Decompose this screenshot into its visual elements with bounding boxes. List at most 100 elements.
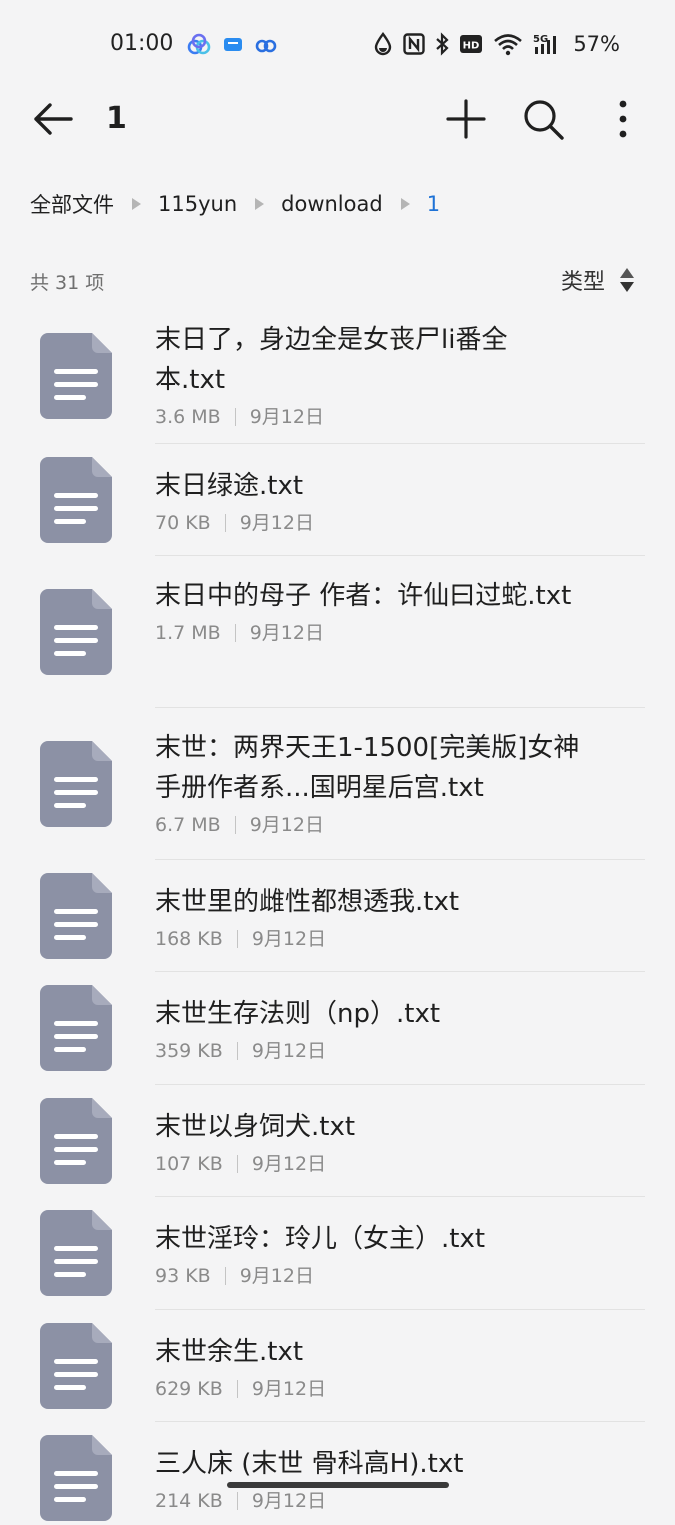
notification-icons (186, 33, 278, 57)
file-meta: 168 KB 9月12日 (155, 924, 645, 954)
file-meta: 3.6 MB 9月12日 (155, 402, 645, 432)
list-item[interactable]: 三人床 (末世 骨科高H).txt 214 KB 9月12日 (0, 1422, 675, 1521)
file-meta: 70 KB 9月12日 (155, 508, 645, 538)
list-item[interactable]: 末世生存法则（np）.txt 359 KB 9月12日 (0, 972, 675, 1085)
meta-divider (236, 1155, 238, 1173)
file-date: 9月12日 (251, 1490, 327, 1512)
list-item[interactable]: 末世里的雌性都想透我.txt 168 KB 9月12日 (0, 860, 675, 972)
file-date: 9月12日 (239, 512, 314, 534)
sort-label: 类型 (560, 270, 605, 295)
file-size: 629 KB (155, 1378, 223, 1400)
file-name: 末世以身饲犬.txt (155, 1112, 356, 1142)
meta-divider (236, 930, 238, 948)
file-name: 末世里的雌性都想透我.txt (155, 887, 460, 917)
file-size: 93 KB (155, 1265, 211, 1287)
document-file-icon (40, 1210, 112, 1296)
file-name: 末世生存法则（np）.txt (155, 999, 441, 1029)
file-size: 168 KB (155, 928, 223, 950)
document-file-icon (40, 589, 112, 675)
sort-button[interactable]: 类型 (561, 264, 635, 296)
back-button[interactable] (30, 96, 76, 142)
nfc-icon (403, 33, 426, 55)
file-text: 末世：两界天王1-1500[完美版]女神手册作者系...国明星后宫.txt 6.… (155, 728, 645, 840)
file-size: 3.6 MB (155, 406, 221, 428)
list-item[interactable]: 末世淫玲：玲儿（女主）.txt 93 KB 9月12日 (0, 1197, 675, 1310)
file-meta: 93 KB 9月12日 (155, 1261, 645, 1291)
meta-divider (234, 816, 236, 834)
search-icon (524, 100, 564, 140)
file-name: 末世余生.txt (155, 1337, 304, 1367)
message-icon (222, 35, 244, 55)
file-text: 末世以身饲犬.txt 107 KB 9月12日 (155, 1107, 645, 1179)
file-text: 末世生存法则（np）.txt 359 KB 9月12日 (155, 994, 645, 1066)
file-date: 9月12日 (251, 1040, 327, 1062)
document-file-icon (40, 873, 112, 959)
bluetooth-icon (435, 32, 449, 56)
file-text: 末日了，身边全是女丧尸li番全本.txt 3.6 MB 9月12日 (155, 320, 645, 432)
status-time: 01:00 (110, 31, 174, 56)
file-meta: 359 KB 9月12日 (155, 1036, 645, 1066)
hd-icon: HD (459, 33, 483, 55)
svg-text:5G: 5G (533, 34, 548, 45)
list-item[interactable]: 末日中的母子 作者：许仙曰过蛇.txt 1.7 MB 9月12日 (0, 556, 675, 708)
file-name: 末日了，身边全是女丧尸li番全本.txt (155, 325, 508, 395)
file-size: 70 KB (155, 512, 211, 534)
document-file-icon (40, 1098, 112, 1184)
more-vertical-icon (619, 100, 627, 138)
list-item[interactable]: 末日了，身边全是女丧尸li番全本.txt 3.6 MB 9月12日 (0, 318, 675, 444)
svg-text:HD: HD (463, 41, 480, 52)
file-list: 末日了，身边全是女丧尸li番全本.txt 3.6 MB 9月12日 末日绿途.tx… (0, 318, 675, 1521)
cloud-link-icon (254, 35, 278, 55)
breadcrumb-item-download[interactable]: download (281, 192, 383, 216)
chevron-right-icon (129, 197, 143, 211)
chevron-right-icon (252, 197, 266, 211)
file-name: 三人床 (末世 骨科高H).txt (155, 1449, 464, 1479)
file-date: 9月12日 (249, 406, 324, 428)
file-size: 107 KB (155, 1153, 223, 1175)
meta-divider (224, 514, 226, 532)
file-size: 6.7 MB (155, 814, 221, 836)
wifi-icon (493, 32, 523, 56)
chevron-right-icon (398, 197, 412, 211)
list-item[interactable]: 末世以身饲犬.txt 107 KB 9月12日 (0, 1085, 675, 1197)
list-item[interactable]: 末世余生.txt 629 KB 9月12日 (0, 1310, 675, 1422)
file-name: 末世：两界天王1-1500[完美版]女神手册作者系...国明星后宫.txt (155, 733, 580, 803)
document-file-icon (40, 1323, 112, 1409)
file-name: 末世淫玲：玲儿（女主）.txt (155, 1224, 486, 1254)
file-text: 末世里的雌性都想透我.txt 168 KB 9月12日 (155, 882, 645, 954)
list-item[interactable]: 末日绿途.txt 70 KB 9月12日 (0, 444, 675, 556)
file-text: 三人床 (末世 骨科高H).txt 214 KB 9月12日 (155, 1444, 645, 1516)
file-size: 359 KB (155, 1040, 223, 1062)
dnd-drop-icon (373, 32, 393, 56)
file-text: 末日中的母子 作者：许仙曰过蛇.txt 1.7 MB 9月12日 (155, 576, 645, 648)
meta-divider (236, 1492, 238, 1510)
file-meta: 629 KB 9月12日 (155, 1374, 645, 1404)
breadcrumb: 全部文件 115yun download 1 (30, 184, 440, 224)
home-indicator[interactable] (227, 1482, 449, 1488)
list-item[interactable]: 末世：两界天王1-1500[完美版]女神手册作者系...国明星后宫.txt 6.… (0, 708, 675, 860)
add-button[interactable] (443, 96, 489, 142)
file-name: 末日绿途.txt (155, 471, 304, 501)
file-name: 末日中的母子 作者：许仙曰过蛇.txt (155, 581, 572, 611)
file-date: 9月12日 (251, 928, 327, 950)
baidu-netdisk-icon (186, 33, 212, 57)
file-meta: 6.7 MB 9月12日 (155, 810, 645, 840)
document-file-icon (40, 333, 112, 419)
breadcrumb-item-all-files[interactable]: 全部文件 (30, 189, 114, 219)
search-button[interactable] (520, 96, 566, 142)
more-options-button[interactable] (600, 96, 646, 142)
file-date: 9月12日 (239, 1265, 314, 1287)
battery-percent: 57% (573, 32, 620, 56)
file-text: 末世余生.txt 629 KB 9月12日 (155, 1332, 645, 1404)
document-file-icon (40, 741, 112, 827)
back-arrow-icon (34, 103, 73, 135)
file-meta: 1.7 MB 9月12日 (155, 618, 645, 648)
breadcrumb-item-current[interactable]: 1 (427, 192, 440, 216)
meta-divider (234, 624, 236, 642)
file-date: 9月12日 (251, 1378, 327, 1400)
breadcrumb-item-115yun[interactable]: 115yun (158, 192, 237, 216)
file-text: 末日绿途.txt 70 KB 9月12日 (155, 466, 645, 538)
meta-divider (224, 1267, 226, 1285)
file-date: 9月12日 (249, 622, 324, 644)
file-date: 9月12日 (249, 814, 324, 836)
